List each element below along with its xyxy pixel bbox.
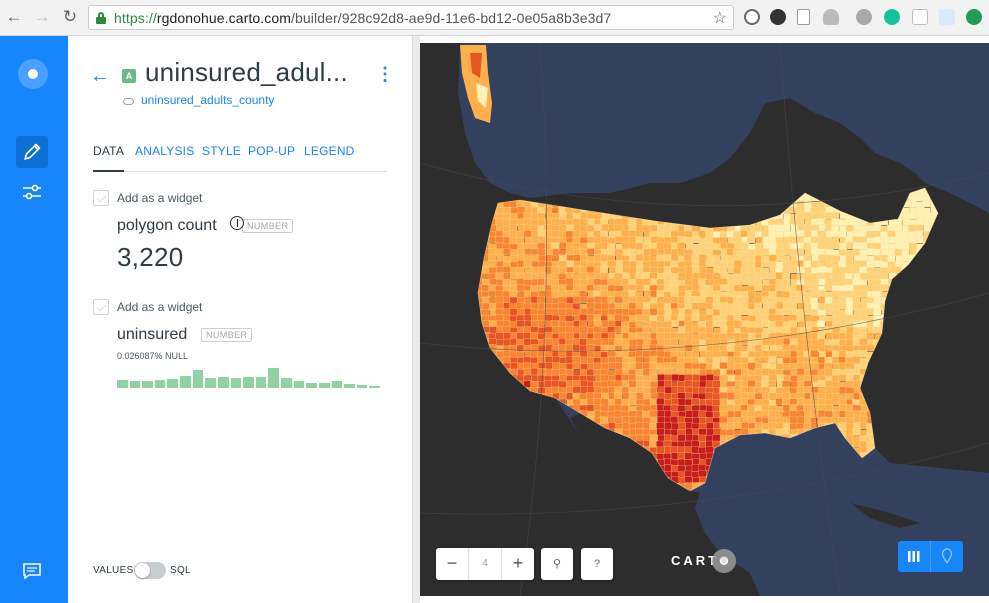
layer-pin-icon[interactable] [931, 541, 963, 572]
tab-data[interactable]: DATA [93, 144, 125, 172]
layer-title[interactable]: uninsured_adul... [145, 57, 348, 88]
link-icon [123, 98, 134, 105]
histogram-bar[interactable] [192, 370, 204, 388]
map-view[interactable]: − 4 + ⚲ ? CARTO [420, 43, 989, 596]
histogram-bar[interactable] [268, 368, 280, 388]
search-icon: ⚲ [552, 558, 562, 570]
info-ext-icon[interactable] [770, 9, 786, 25]
bookmark-star-icon[interactable]: ☆ [713, 8, 727, 28]
histogram-bar[interactable] [344, 383, 355, 388]
tab-analysis[interactable]: ANALYSIS [135, 144, 194, 158]
histogram-bar[interactable] [293, 381, 305, 388]
histogram-bar[interactable] [142, 381, 153, 388]
layer-panel: ← A uninsured_adul... ⋮ uninsured_adults… [68, 36, 412, 603]
zoom-level: 4 [468, 548, 502, 580]
tab-popup[interactable]: POP-UP [248, 144, 295, 158]
add-widget-checkbox[interactable] [93, 299, 109, 315]
back-arrow-icon[interactable]: ← [4, 6, 24, 28]
histogram-bar[interactable] [369, 385, 380, 388]
histogram-bar[interactable] [117, 380, 128, 388]
map-basemap [420, 43, 989, 596]
carto-logo-icon [712, 549, 736, 573]
histogram-bar[interactable] [217, 377, 229, 388]
back-arrow-icon[interactable]: ← [90, 66, 110, 86]
zoom-control: − 4 + [436, 548, 534, 580]
search-button[interactable]: ⚲ [541, 548, 573, 580]
panel-resize-handle[interactable] [412, 36, 420, 603]
feedback-chat-icon[interactable] [22, 562, 42, 580]
refresh-ext-icon[interactable] [744, 9, 760, 25]
help-button[interactable]: ? [581, 548, 613, 580]
layer-letter-badge: A [122, 69, 136, 83]
forward-arrow-icon[interactable]: → [32, 6, 52, 28]
histogram-bar[interactable] [318, 382, 330, 388]
sql-toggle[interactable] [134, 562, 166, 579]
reload-icon[interactable]: ↻ [60, 6, 80, 28]
histogram-bar[interactable] [255, 377, 267, 388]
histogram-bar[interactable] [306, 382, 317, 388]
histogram-bar[interactable] [167, 379, 179, 388]
grammarly-icon[interactable] [884, 9, 900, 25]
options-menu-icon[interactable]: ⋮ [376, 65, 394, 83]
carto-home-icon[interactable] [18, 59, 48, 89]
tab-style[interactable]: STYLE [202, 144, 241, 158]
null-percentage: 0.026087% NULL [117, 351, 189, 361]
add-widget-label: Add as a widget [117, 191, 203, 205]
add-widget-label: Add as a widget [117, 300, 203, 314]
browser-toolbar: ← → ↻ https://rgdonohue.carto.com/builde… [0, 0, 989, 36]
add-widget-checkbox[interactable] [93, 190, 109, 206]
layer-tabs: DATA ANALYSIS STYLE POP-UP LEGEND [93, 144, 387, 172]
sql-label: SQL [170, 565, 191, 576]
histogram-bar[interactable] [356, 384, 368, 388]
histogram-bar[interactable] [205, 378, 216, 388]
zoom-out-button[interactable]: − [436, 548, 468, 580]
lock-icon [96, 12, 106, 24]
histogram [117, 366, 380, 388]
cloud-ext-icon[interactable] [823, 9, 839, 25]
text-cursor-icon [230, 216, 244, 230]
histogram-bar[interactable] [243, 377, 254, 388]
values-label: VALUES [93, 565, 134, 576]
app-rail [0, 36, 68, 603]
settings-sliders-icon[interactable] [20, 180, 44, 204]
type-tag: NUMBER [201, 328, 253, 342]
polygon-count-value: 3,220 [117, 242, 184, 272]
zoom-in-button[interactable]: + [502, 548, 534, 580]
legend-toggle-group [898, 541, 963, 572]
shield-ext-icon[interactable] [912, 9, 928, 25]
widget-title: uninsured [117, 326, 188, 343]
histogram-bar[interactable] [230, 378, 242, 388]
histogram-bar[interactable] [180, 375, 191, 388]
histogram-bar[interactable] [331, 381, 343, 388]
type-tag: NUMBER [242, 219, 294, 233]
edit-pencil-icon[interactable] [16, 136, 48, 168]
tab-legend[interactable]: LEGEND [304, 144, 355, 158]
upload-ext-icon[interactable] [966, 9, 982, 25]
histogram-bar[interactable] [281, 378, 292, 388]
histogram-bar[interactable] [129, 381, 141, 388]
address-bar[interactable]: https://rgdonohue.carto.com/builder/928c… [88, 5, 734, 30]
url-text: https://rgdonohue.carto.com/builder/928c… [114, 10, 612, 26]
leaf-ext-icon[interactable] [856, 9, 872, 25]
legend-columns-icon[interactable] [898, 541, 930, 572]
widget-title: polygon count [117, 217, 217, 234]
source-dataset-link[interactable]: uninsured_adults_county [141, 93, 274, 107]
page-ext-icon[interactable] [939, 9, 955, 25]
histogram-bar[interactable] [154, 380, 166, 388]
doc-ext-icon[interactable] [797, 9, 810, 25]
